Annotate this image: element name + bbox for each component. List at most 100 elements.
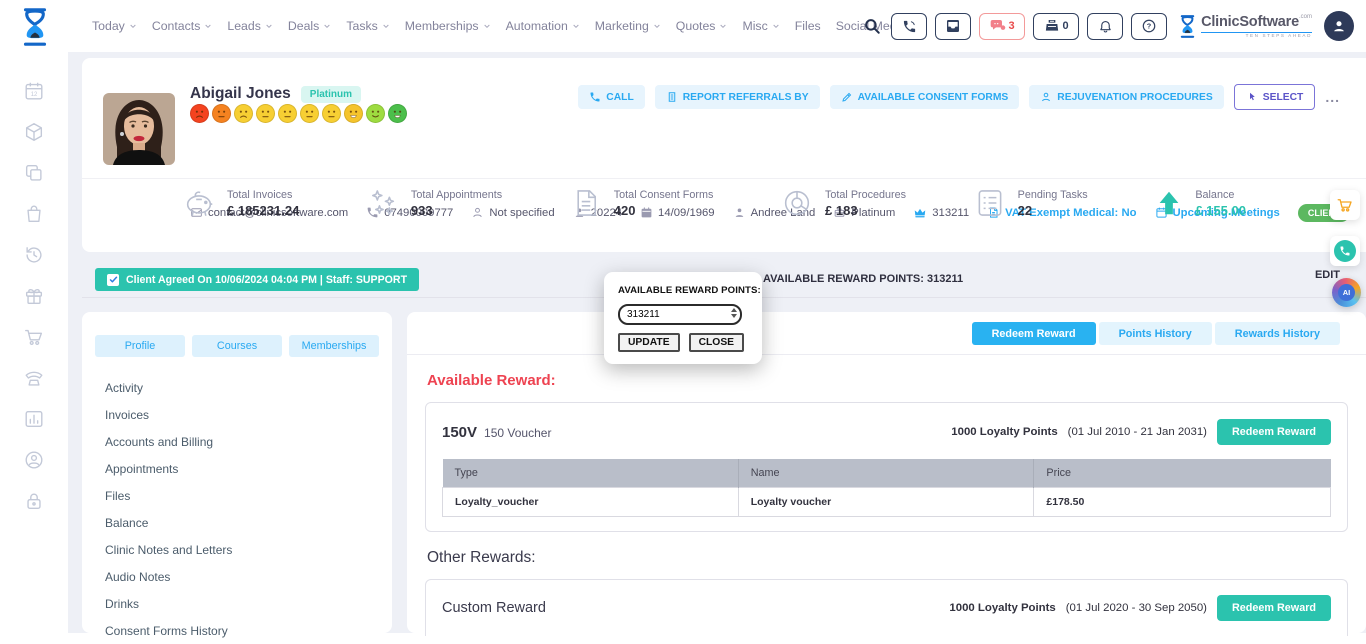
svg-text:12: 12 (31, 92, 38, 98)
tab-points-history[interactable]: Points History (1099, 322, 1212, 345)
stat-total-consent-forms: Total Consent Forms420 (569, 186, 714, 220)
client-actions-row: CALL REPORT REFERRALS BY AVAILABLE CONSE… (578, 84, 1340, 110)
stat-label: Balance (1195, 189, 1246, 201)
rejuvenation-button[interactable]: REJUVENATION PROCEDURES (1029, 85, 1223, 109)
cart-icon[interactable] (23, 326, 45, 348)
floating-ai-button[interactable]: AI (1332, 278, 1361, 307)
bar-chart-icon[interactable] (23, 408, 45, 430)
nav-item-leads[interactable]: Leads (227, 19, 273, 33)
brand-tagline: TEN STEPS AHEAD (1201, 32, 1312, 39)
menu-item-audio-notes[interactable]: Audio Notes (105, 563, 392, 590)
dialer-button[interactable] (891, 13, 927, 40)
select-button[interactable]: SELECT (1234, 84, 1316, 110)
inbox-button[interactable] (935, 13, 971, 40)
stat-value: £ 183 (825, 203, 906, 218)
floating-whatsapp-button[interactable] (1330, 236, 1360, 266)
edit-points-button[interactable]: EDIT (1315, 269, 1340, 281)
client-photo[interactable] (103, 93, 175, 165)
tab-memberships[interactable]: Memberships (289, 335, 379, 357)
mood-face-icon[interactable] (388, 104, 407, 123)
register-button[interactable]: 0 (1033, 13, 1079, 40)
agreement-checkbox[interactable] (107, 274, 119, 286)
mood-face-icon[interactable] (212, 104, 231, 123)
table-row[interactable]: Loyalty_voucher Loyalty voucher £178.50 (443, 488, 1331, 517)
mood-face-icon[interactable] (344, 104, 363, 123)
tab-redeem-reward[interactable]: Redeem Reward (972, 322, 1096, 345)
phone-classic-icon[interactable] (23, 367, 45, 389)
nav-item-today[interactable]: Today (92, 19, 137, 33)
calendar-icon[interactable]: 12 (23, 80, 45, 102)
cell-name: Loyalty voucher (738, 488, 1034, 517)
brand-logo[interactable]: ClinicSoftware.com TEN STEPS AHEAD (1179, 14, 1312, 39)
copy-icon[interactable] (23, 162, 45, 184)
stat-value: 420 (614, 203, 714, 218)
mood-face-icon[interactable] (278, 104, 297, 123)
menu-item-consent-forms-history[interactable]: Consent Forms History (105, 617, 392, 644)
menu-item-invoices[interactable]: Invoices (105, 401, 392, 428)
stat-value: 22 (1018, 203, 1088, 218)
package-icon[interactable] (23, 121, 45, 143)
user-circle-icon[interactable] (23, 449, 45, 471)
gift-icon[interactable] (23, 285, 45, 307)
mood-face-icon[interactable] (300, 104, 319, 123)
nav-item-files[interactable]: Files (795, 19, 821, 33)
close-button[interactable]: CLOSE (689, 333, 744, 352)
nav-item-quotes[interactable]: Quotes (676, 19, 728, 33)
floating-cart-button[interactable] (1330, 190, 1360, 220)
shopping-bag-icon[interactable] (23, 203, 45, 225)
agreement-text: Client Agreed On 10/06/2024 04:04 PM | S… (126, 274, 407, 286)
number-spinner[interactable] (731, 308, 737, 318)
history-icon[interactable] (23, 244, 45, 266)
redeem-custom-reward-button[interactable]: Redeem Reward (1217, 595, 1331, 621)
mood-face-icon[interactable] (322, 104, 341, 123)
notifications-button[interactable] (1087, 13, 1123, 40)
menu-item-balance[interactable]: Balance (105, 509, 392, 536)
divider (82, 178, 1366, 179)
call-button[interactable]: CALL (578, 85, 644, 109)
tab-rewards-history[interactable]: Rewards History (1215, 322, 1340, 345)
lock-icon[interactable] (23, 490, 45, 512)
nav-item-marketing[interactable]: Marketing (595, 19, 661, 33)
tab-profile[interactable]: Profile (95, 335, 185, 357)
client-menu-card: Profile Courses Memberships Activity Inv… (82, 312, 392, 633)
mood-face-icon[interactable] (256, 104, 275, 123)
client-agreed-banner[interactable]: Client Agreed On 10/06/2024 04:04 PM | S… (95, 268, 419, 291)
reward-points-input[interactable] (618, 304, 742, 325)
nav-item-tasks[interactable]: Tasks (346, 19, 389, 33)
menu-item-accounts-and-billing[interactable]: Accounts and Billing (105, 428, 392, 455)
update-button[interactable]: UPDATE (618, 333, 680, 352)
menu-item-files[interactable]: Files (105, 482, 392, 509)
bell-icon (1098, 19, 1113, 34)
tab-courses[interactable]: Courses (192, 335, 282, 357)
stat-total-appointments: Total Appointments933 (366, 186, 502, 220)
help-button[interactable]: ? (1131, 13, 1167, 40)
mood-face-icon[interactable] (366, 104, 385, 123)
phone-call-icon (902, 19, 917, 34)
user-avatar[interactable] (1324, 11, 1354, 41)
nav-item-memberships[interactable]: Memberships (405, 19, 491, 33)
pen-icon (841, 91, 853, 103)
reward-points-cost: 1000 Loyalty Points (951, 426, 1057, 438)
menu-item-clinic-notes[interactable]: Clinic Notes and Letters (105, 536, 392, 563)
menu-item-drinks[interactable]: Drinks (105, 590, 392, 617)
menu-item-activity[interactable]: Activity (105, 374, 392, 401)
custom-reward-name: Custom Reward (442, 600, 546, 616)
search-icon[interactable] (863, 17, 881, 35)
nav-item-contacts[interactable]: Contacts (152, 19, 213, 33)
nav-item-deals[interactable]: Deals (288, 19, 331, 33)
menu-item-appointments[interactable]: Appointments (105, 455, 392, 482)
stat-value: £ 155.00 (1195, 203, 1246, 218)
mood-face-icon[interactable] (234, 104, 253, 123)
cell-price: £178.50 (1034, 488, 1331, 517)
more-actions-button[interactable]: ... (1325, 89, 1340, 105)
nav-item-misc[interactable]: Misc (742, 19, 779, 33)
nav-item-automation[interactable]: Automation (506, 19, 580, 33)
custom-reward-validity: (01 Jul 2020 - 30 Sep 2050) (1066, 602, 1207, 614)
report-referrals-button[interactable]: REPORT REFERRALS BY (655, 85, 820, 109)
clinicsoftware-logo-icon[interactable] (20, 8, 50, 46)
redeem-reward-button[interactable]: Redeem Reward (1217, 419, 1331, 445)
consent-forms-button[interactable]: AVAILABLE CONSENT FORMS (830, 85, 1020, 109)
sparkles-icon (366, 186, 400, 220)
chat-button[interactable]: 3 (979, 13, 1025, 40)
mood-face-icon[interactable] (190, 104, 209, 123)
